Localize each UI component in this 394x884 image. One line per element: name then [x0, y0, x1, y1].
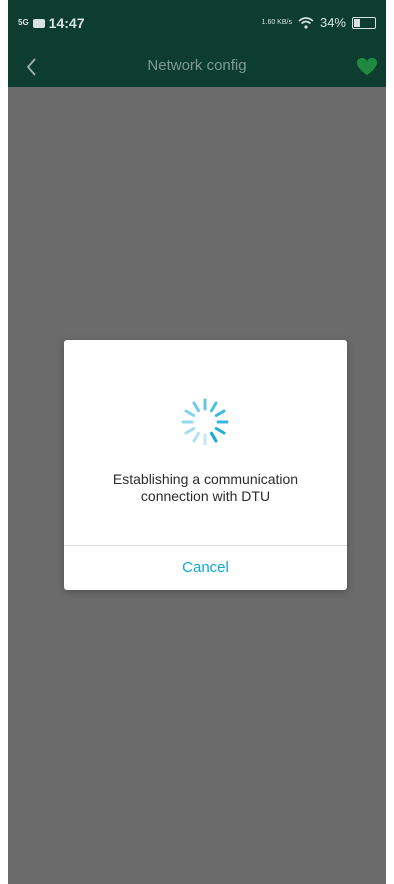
network-speed: 1.60 KB/s — [261, 19, 292, 26]
spinner-segment — [210, 431, 218, 443]
battery-percent: 34% — [319, 15, 346, 30]
nav-bar: Network config — [8, 45, 386, 87]
spinner-segment — [184, 409, 196, 417]
cancel-button[interactable]: Cancel — [64, 546, 347, 590]
spinner-segment — [192, 401, 200, 413]
battery-icon — [352, 16, 376, 29]
dialog-message-line2: connection with DTU — [140, 488, 271, 504]
spinner-segment — [192, 431, 200, 443]
wifi-icon — [298, 16, 314, 29]
status-bar: 5G 14:47 1.60 KB/s 34% — [8, 0, 386, 45]
spinner-segment — [184, 427, 196, 435]
dialog-message-line1: Establishing a communication — [112, 471, 299, 487]
dialog-message: Establishing a communication connection … — [74, 471, 337, 505]
status-time: 14:47 — [48, 15, 85, 31]
heart-icon[interactable] — [356, 57, 378, 77]
loading-spinner-icon — [181, 398, 229, 446]
loading-dialog: Establishing a communication connection … — [64, 340, 347, 590]
spinner-segment — [210, 401, 218, 413]
spinner-segment — [214, 409, 226, 417]
spinner-segment — [214, 427, 226, 435]
page-title: Network config — [147, 57, 247, 74]
message-icon — [32, 18, 45, 28]
cellular-signal-icon: 5G — [18, 18, 29, 27]
app-screen: 5G 14:47 1.60 KB/s 34% Network config Es… — [8, 0, 386, 884]
